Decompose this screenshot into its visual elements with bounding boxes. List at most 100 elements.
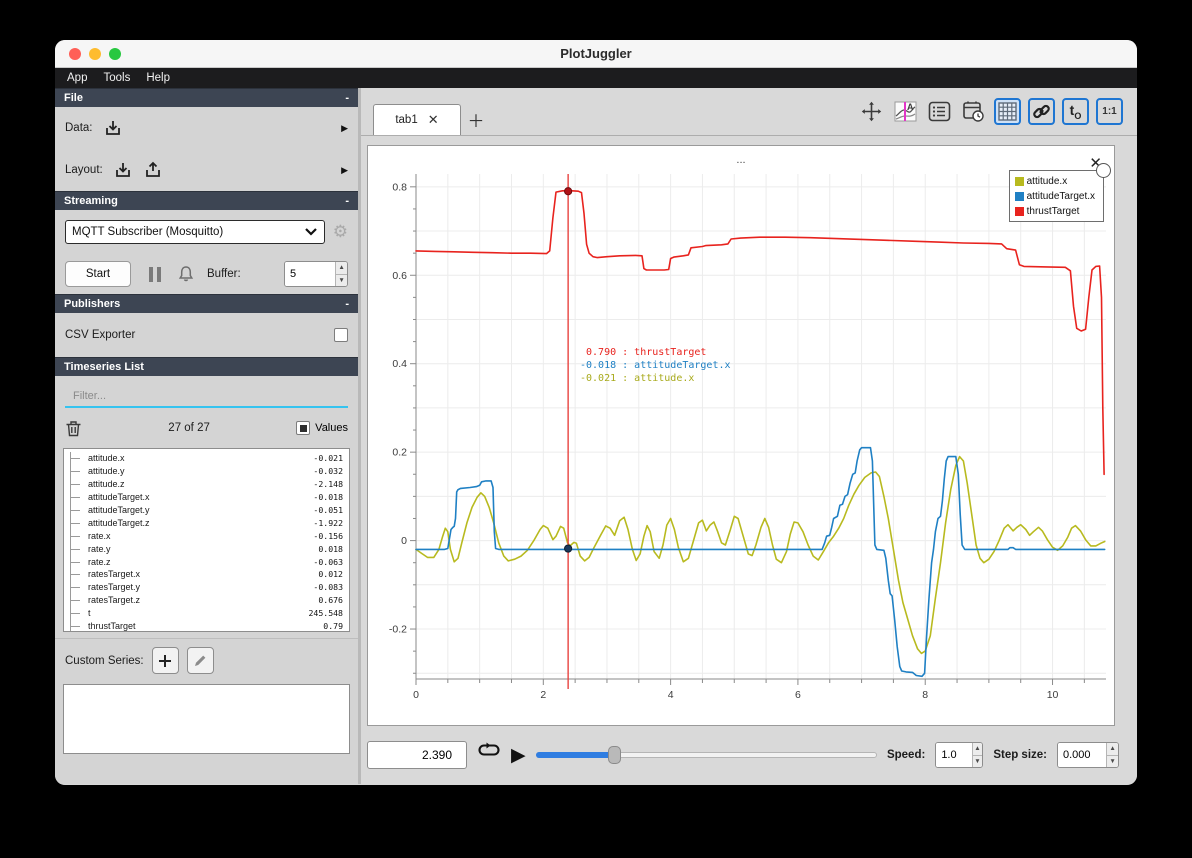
timeseries-row[interactable]: rate.z -0.063 [70, 555, 345, 569]
load-layout-button[interactable] [113, 160, 133, 180]
tree-branch-icon [70, 606, 86, 620]
timeseries-name: ratesTarget.z [88, 595, 141, 606]
timeseries-name: rate.z [88, 556, 111, 567]
timeseries-row[interactable]: ratesTarget.y -0.083 [70, 580, 345, 594]
edit-custom-series-button[interactable] [186, 647, 214, 674]
timeseries-row[interactable]: t 245.548 [70, 606, 345, 620]
spin-up-icon[interactable]: ▲ [336, 262, 347, 275]
timeseries-row[interactable]: attitudeTarget.x -0.018 [70, 490, 345, 504]
timeseries-list[interactable]: attitude.x -0.021 attitude.y -0.032 attitude… [63, 448, 350, 632]
plot-canvas[interactable]: 0 2 4 6 8 10 -0.2 0 0.2 0.4 0.6 0.8 [370, 164, 1114, 709]
spin-up-icon[interactable]: ▲ [972, 743, 983, 756]
add-custom-series-button[interactable] [151, 647, 179, 674]
timeseries-row[interactable]: ratesTarget.x 0.012 [70, 568, 345, 581]
timeseries-row[interactable]: rate.y 0.018 [70, 542, 345, 556]
streaming-source-select[interactable]: MQTT Subscriber (Mosquitto) [65, 220, 325, 244]
link-axes-button[interactable] [1028, 98, 1055, 125]
timeseries-row[interactable]: attitude.z -2.148 [70, 477, 345, 491]
csv-exporter-checkbox[interactable] [334, 328, 348, 342]
timeseries-section-header[interactable]: Timeseries List [55, 357, 358, 376]
timeseries-value: -0.018 [313, 492, 343, 503]
timeseries-row[interactable]: attitudeTarget.z -1.922 [70, 516, 345, 530]
legend-item[interactable]: attitudeTarget.x [1014, 191, 1095, 202]
timeseries-row[interactable]: thrustTarget 0.79 [70, 619, 345, 632]
timeseries-name: attitudeTarget.z [88, 517, 150, 528]
buffer-spinbox[interactable]: ▲▼ [284, 261, 348, 287]
playback-time-input[interactable] [367, 741, 467, 769]
values-checkbox[interactable] [296, 421, 311, 435]
tree-branch-icon [70, 503, 86, 517]
data-tracker-button[interactable]: A [892, 98, 919, 125]
step-value-input[interactable] [1058, 743, 1107, 767]
tree-branch-icon [70, 477, 86, 491]
streaming-settings-gear-icon[interactable]: ⚙ [333, 222, 348, 242]
svg-text:0: 0 [401, 535, 407, 547]
pause-icon[interactable] [149, 266, 161, 282]
delete-trash-icon[interactable] [65, 419, 82, 438]
loop-button[interactable] [477, 742, 501, 768]
one-to-one-icon: 1:1 [1102, 106, 1117, 117]
plot-legend[interactable]: attitude.x attitudeTarget.x thrustTarget [1008, 163, 1111, 222]
publishers-section-header[interactable]: Publishers - [55, 294, 358, 313]
custom-series-list[interactable] [63, 684, 350, 754]
pan-zoom-button[interactable] [858, 98, 885, 125]
add-tab-button[interactable]: ＋ [461, 104, 491, 135]
tracker-readout-line: -0.018 : attitudeTarget.x [580, 360, 731, 371]
menu-item-tools[interactable]: Tools [103, 72, 130, 84]
step-size-spinbox[interactable]: ▲▼ [1057, 742, 1119, 768]
timeseries-row[interactable]: ratesTarget.z 0.676 [70, 593, 345, 607]
menu-item-help[interactable]: Help [146, 72, 170, 84]
timeseries-filter-input[interactable] [65, 386, 348, 408]
values-label: Values [315, 422, 348, 434]
plus-icon [159, 654, 172, 667]
legend-color-swatch [1014, 207, 1024, 216]
spin-up-icon[interactable]: ▲ [1107, 743, 1118, 756]
playback-slider[interactable] [535, 745, 877, 765]
speed-spinbox[interactable]: ▲▼ [935, 742, 984, 768]
time-offset-button[interactable]: tO [1062, 98, 1089, 125]
timeseries-row[interactable]: attitudeTarget.y -0.051 [70, 503, 345, 517]
spin-down-icon[interactable]: ▼ [972, 755, 983, 767]
datetime-button[interactable] [960, 98, 987, 125]
legend-corner-handle-icon[interactable] [1096, 163, 1111, 178]
app-window: PlotJuggler App Tools Help File - Data: ▶ … [55, 40, 1137, 785]
save-layout-button[interactable] [143, 160, 163, 180]
notifications-bell-icon[interactable] [177, 265, 195, 283]
timeseries-row[interactable]: attitude.y -0.032 [70, 464, 345, 478]
svg-text:0.4: 0.4 [392, 358, 407, 370]
buffer-value-input[interactable] [285, 262, 336, 286]
timeseries-value: -2.148 [313, 479, 343, 490]
menu-item-app[interactable]: App [67, 72, 87, 84]
timeseries-row[interactable]: rate.x -0.156 [70, 529, 345, 543]
timeseries-name: t [88, 608, 91, 619]
title-bar[interactable]: PlotJuggler [55, 40, 1137, 68]
timeseries-name: attitude.x [88, 453, 125, 464]
data-menu-arrow-icon[interactable]: ▶ [341, 123, 348, 134]
load-data-button[interactable] [103, 118, 123, 138]
spin-down-icon[interactable]: ▼ [336, 274, 347, 286]
svg-text:8: 8 [922, 689, 928, 701]
grid-view-button[interactable] [994, 98, 1021, 125]
legend-label: attitude.x [1026, 176, 1068, 187]
legend-item[interactable]: attitude.x [1014, 176, 1095, 187]
close-tab-icon[interactable]: ✕ [428, 112, 439, 128]
layout-menu-arrow-icon[interactable]: ▶ [341, 165, 348, 176]
collapse-icon[interactable]: - [345, 298, 349, 310]
legend-item[interactable]: thrustTarget [1014, 206, 1095, 217]
curve-list-button[interactable] [926, 98, 953, 125]
collapse-icon[interactable]: - [345, 92, 349, 104]
tab-tab1[interactable]: tab1 ✕ [373, 104, 461, 135]
timeseries-name: thrustTarget [88, 621, 136, 632]
spin-down-icon[interactable]: ▼ [1107, 755, 1118, 767]
speed-value-input[interactable] [936, 743, 972, 767]
streaming-section-header[interactable]: Streaming - [55, 191, 358, 210]
slider-handle[interactable] [608, 746, 622, 764]
tree-branch-icon [70, 542, 86, 556]
play-button[interactable]: ▶ [511, 744, 526, 767]
speed-label: Speed: [886, 749, 926, 761]
ratio-button[interactable]: 1:1 [1096, 98, 1123, 125]
file-section-header[interactable]: File - [55, 88, 358, 107]
start-streaming-button[interactable]: Start [65, 261, 131, 287]
collapse-icon[interactable]: - [345, 195, 349, 207]
timeseries-row[interactable]: attitude.x -0.021 [70, 452, 345, 465]
